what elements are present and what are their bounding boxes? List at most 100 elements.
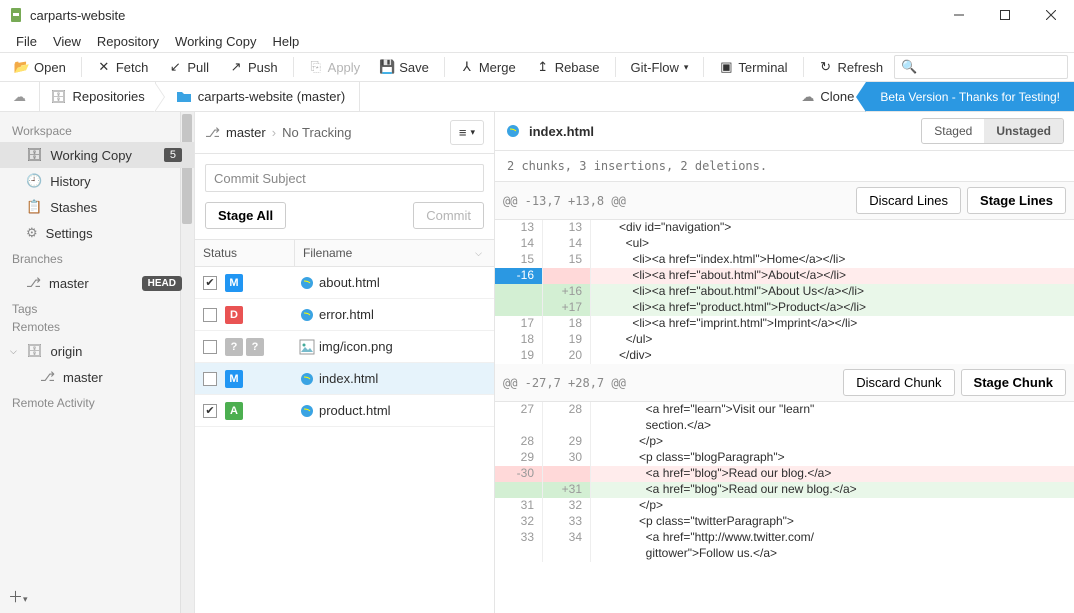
diff-line[interactable]: 3334 <a href="http://www.twitter.com/ bbox=[495, 530, 1074, 546]
tracking-label[interactable]: No Tracking bbox=[282, 125, 351, 140]
sidebar-item-stashes[interactable]: 📋Stashes bbox=[0, 194, 194, 220]
open-icon: 📂 bbox=[15, 60, 29, 74]
cloud-download-icon: ☁ bbox=[801, 89, 814, 105]
diff-line[interactable]: 1920 </div> bbox=[495, 348, 1074, 364]
diff-line[interactable]: gittower">Follow us.</a> bbox=[495, 546, 1074, 562]
tab-unstaged[interactable]: Unstaged bbox=[984, 119, 1063, 143]
commit-button[interactable]: Commit bbox=[413, 202, 484, 229]
sidebar-item-settings[interactable]: ⚙Settings bbox=[0, 220, 194, 246]
diff-line[interactable]: section.</a> bbox=[495, 418, 1074, 434]
list-options-button[interactable]: ≡▾ bbox=[450, 120, 484, 145]
commit-subject-input[interactable]: Commit Subject bbox=[205, 164, 484, 192]
diff-line[interactable]: +17 <li><a href="product.html">Product</… bbox=[495, 300, 1074, 316]
diff-line[interactable]: 2829 </p> bbox=[495, 434, 1074, 450]
diff-line[interactable]: -16 <li><a href="about.html">About</a></… bbox=[495, 268, 1074, 284]
pathbar: ☁ 🗄 Repositories carparts-website (maste… bbox=[0, 82, 1074, 112]
gear-icon: ⚙ bbox=[26, 225, 38, 241]
open-button[interactable]: 📂Open bbox=[6, 56, 75, 79]
expand-icon[interactable]: ⌵ bbox=[10, 346, 17, 357]
diff-line[interactable]: 1819 </ul> bbox=[495, 332, 1074, 348]
diff-line[interactable]: 2728 <a href="learn">Visit our "learn" bbox=[495, 402, 1074, 418]
clone-button[interactable]: ☁Clone bbox=[789, 82, 866, 111]
diff-line[interactable]: 1313 <div id="navigation"> bbox=[495, 220, 1074, 236]
add-button[interactable]: ＋▾ bbox=[8, 586, 28, 607]
discard-lines-button[interactable]: Discard Lines bbox=[856, 187, 961, 214]
tab-staged[interactable]: Staged bbox=[922, 119, 984, 143]
col-status[interactable]: Status bbox=[195, 240, 295, 266]
menu-file[interactable]: File bbox=[8, 32, 45, 51]
diff-line[interactable]: +31 <a href="blog">Read our new blog.</a… bbox=[495, 482, 1074, 498]
stage-checkbox[interactable] bbox=[203, 340, 217, 354]
sidebar-item-remote-origin[interactable]: ⌵ 🗄 origin bbox=[0, 338, 194, 364]
file-row[interactable]: Aproduct.html bbox=[195, 395, 494, 427]
rebase-icon: ↥ bbox=[536, 60, 550, 74]
window-title: carparts-website bbox=[30, 8, 936, 23]
stage-checkbox[interactable] bbox=[203, 404, 217, 418]
hunk-2-code[interactable]: 2728 <a href="learn">Visit our "learn" s… bbox=[495, 402, 1074, 562]
stage-lines-button[interactable]: Stage Lines bbox=[967, 187, 1066, 214]
file-name: index.html bbox=[319, 371, 494, 386]
status-badge: A bbox=[225, 402, 243, 420]
hunk-1-code[interactable]: 1313 <div id="navigation">1414 <ul>1515 … bbox=[495, 220, 1074, 364]
diff-line[interactable]: -30 <a href="blog">Read our blog.</a> bbox=[495, 466, 1074, 482]
toolbar: 📂Open ✕Fetch ↙Pull ↗Push ⎘Apply 💾Save ⅄M… bbox=[0, 52, 1074, 82]
image-file-icon bbox=[299, 339, 315, 355]
status-badge: D bbox=[225, 306, 243, 324]
close-button[interactable] bbox=[1028, 0, 1074, 30]
pull-button[interactable]: ↙Pull bbox=[159, 56, 218, 79]
diff-line[interactable]: 2930 <p class="blogParagraph"> bbox=[495, 450, 1074, 466]
chevron-down-icon: ▾ bbox=[684, 62, 689, 73]
stage-checkbox[interactable] bbox=[203, 372, 217, 386]
file-row[interactable]: Mabout.html bbox=[195, 267, 494, 299]
diff-line[interactable]: 3132 </p> bbox=[495, 498, 1074, 514]
menu-help[interactable]: Help bbox=[264, 32, 307, 51]
sidebar-heading-workspace: Workspace bbox=[0, 118, 194, 142]
menu-repository[interactable]: Repository bbox=[89, 32, 167, 51]
menu-view[interactable]: View bbox=[45, 32, 89, 51]
diff-panel: index.html Staged Unstaged 2 chunks, 3 i… bbox=[495, 112, 1074, 613]
search-input[interactable]: 🔍 bbox=[894, 55, 1068, 79]
diff-line[interactable]: 1414 <ul> bbox=[495, 236, 1074, 252]
file-row[interactable]: ??img/icon.png bbox=[195, 331, 494, 363]
current-branch[interactable]: master bbox=[226, 125, 266, 140]
refresh-button[interactable]: ↻Refresh bbox=[810, 56, 893, 79]
sidebar-item-branch-master[interactable]: ⎇ master HEAD bbox=[0, 270, 194, 296]
maximize-button[interactable] bbox=[982, 0, 1028, 30]
chevron-down-icon: ▾ bbox=[470, 127, 475, 138]
file-row[interactable]: Derror.html bbox=[195, 299, 494, 331]
stage-all-button[interactable]: Stage All bbox=[205, 202, 286, 229]
gitflow-button[interactable]: Git-Flow ▾ bbox=[622, 56, 698, 79]
save-icon: 💾 bbox=[380, 60, 394, 74]
diff-line[interactable]: +16 <li><a href="about.html">About Us</a… bbox=[495, 284, 1074, 300]
discard-chunk-button[interactable]: Discard Chunk bbox=[843, 369, 954, 396]
push-button[interactable]: ↗Push bbox=[220, 56, 287, 79]
sidebar-item-working-copy[interactable]: 🗄 Working Copy 5 bbox=[0, 142, 194, 168]
cloud-button[interactable]: ☁ bbox=[0, 82, 40, 112]
merge-button[interactable]: ⅄Merge bbox=[451, 56, 525, 79]
file-row[interactable]: Mindex.html bbox=[195, 363, 494, 395]
sidebar-item-history[interactable]: 🕘History bbox=[0, 168, 194, 194]
stage-checkbox[interactable] bbox=[203, 308, 217, 322]
stage-checkbox[interactable] bbox=[203, 276, 217, 290]
chevron-down-icon[interactable]: ⌵ bbox=[475, 248, 482, 259]
fetch-button[interactable]: ✕Fetch bbox=[88, 56, 158, 79]
status-badge: M bbox=[225, 370, 243, 388]
rebase-button[interactable]: ↥Rebase bbox=[527, 56, 609, 79]
save-button[interactable]: 💾Save bbox=[371, 56, 438, 79]
diff-line[interactable]: 1515 <li><a href="index.html">Home</a></… bbox=[495, 252, 1074, 268]
diff-line[interactable]: 3233 <p class="twitterParagraph"> bbox=[495, 514, 1074, 530]
menu-working-copy[interactable]: Working Copy bbox=[167, 32, 264, 51]
refresh-icon: ↻ bbox=[819, 60, 833, 74]
breadcrumb-current-repo[interactable]: carparts-website (master) bbox=[156, 82, 360, 111]
col-filename[interactable]: Filename bbox=[303, 246, 352, 260]
terminal-button[interactable]: ▣Terminal bbox=[710, 56, 796, 79]
drawer-icon: 🗄 bbox=[50, 89, 67, 105]
diff-line[interactable]: 1718 <li><a href="imprint.html">Imprint<… bbox=[495, 316, 1074, 332]
breadcrumb-repositories[interactable]: 🗄 Repositories bbox=[40, 82, 156, 111]
stage-chunk-button[interactable]: Stage Chunk bbox=[961, 369, 1066, 396]
minimize-button[interactable] bbox=[936, 0, 982, 30]
file-list: Mabout.htmlDerror.html??img/icon.pngMind… bbox=[195, 267, 494, 427]
apply-button[interactable]: ⎘Apply bbox=[300, 56, 370, 79]
sidebar-item-remote-origin-master[interactable]: ⎇ master bbox=[0, 364, 194, 390]
staged-unstaged-toggle[interactable]: Staged Unstaged bbox=[921, 118, 1064, 144]
